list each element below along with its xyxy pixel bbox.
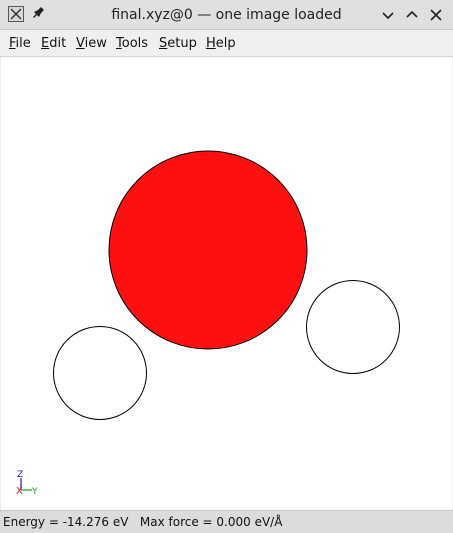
energy-readout: Energy = -14.276 eV (3, 515, 129, 529)
menu-help-rest: elp (215, 36, 236, 51)
max-force-readout: Max force = 0.000 eV/Å (139, 515, 283, 529)
status-bar: Energy = -14.276 eV Max force = 0.000 eV… (0, 510, 453, 533)
hydrogen-atom-right[interactable] (306, 280, 400, 374)
menu-edit-rest: dit (49, 36, 67, 51)
axis-z-label: Z (17, 470, 23, 480)
menu-tools-rest: ools (121, 36, 149, 51)
menu-file[interactable]: File (9, 30, 31, 57)
menu-setup-rest: etup (167, 36, 197, 51)
menu-setup[interactable]: Setup (159, 30, 197, 57)
axes-indicator: Z X Y (16, 470, 38, 497)
menu-file-rest: ile (15, 36, 31, 51)
menu-edit[interactable]: Edit (41, 30, 66, 57)
hydrogen-atom-left[interactable] (53, 326, 147, 420)
axis-y-label: Y (31, 487, 38, 497)
menu-view[interactable]: View (76, 30, 107, 57)
structure-viewer[interactable]: Z X Y (1, 57, 452, 510)
chevron-down-icon[interactable] (380, 7, 396, 23)
axis-x-label: X (16, 486, 23, 497)
app-icon[interactable] (8, 6, 24, 22)
menu-bar: File Edit View Tools Setup Help (0, 30, 453, 57)
menu-view-rest: iew (84, 36, 107, 51)
title-bar: final.xyz@0 — one image loaded (0, 0, 453, 30)
menu-help[interactable]: Help (206, 30, 236, 57)
pin-icon[interactable] (32, 5, 46, 23)
menu-tools[interactable]: Tools (116, 30, 148, 57)
chevron-up-icon[interactable] (404, 7, 420, 23)
oxygen-atom[interactable] (108, 150, 308, 350)
close-icon[interactable] (428, 7, 444, 23)
